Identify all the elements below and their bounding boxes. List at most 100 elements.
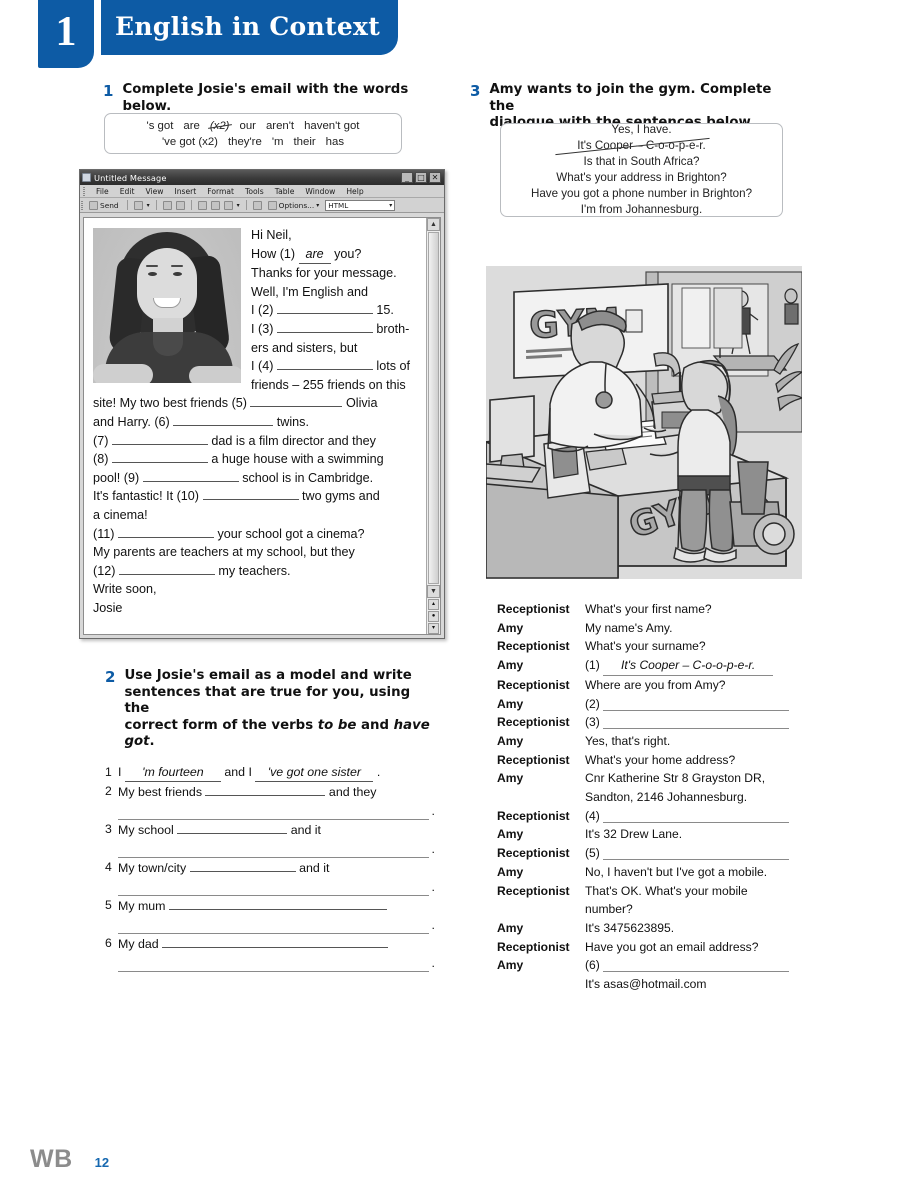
maximize-button[interactable]: □ xyxy=(415,172,427,183)
unit-title: English in Context xyxy=(115,12,381,41)
gap-number: (1) xyxy=(585,658,600,673)
sentence-option: I'm from Johannesburg. xyxy=(580,203,703,216)
menu-item-file[interactable]: File xyxy=(96,187,109,196)
dialogue-text-line-1: Cnr Katherine Str 8 Grayston DR, xyxy=(585,771,766,786)
dialogue-line: Receptionist (3) xyxy=(497,713,803,732)
exercise-1-word-bank: 's got are (x2) our aren't haven't got 've go… xyxy=(104,113,402,154)
page-number: 12 xyxy=(94,1155,110,1170)
dialogue-text-line-2: number? xyxy=(585,902,633,917)
email-vertical-scrollbar[interactable]: ▲ ▼ ▴ ● ▾ xyxy=(426,218,440,634)
item-blank-2[interactable] xyxy=(118,843,429,858)
email-gap-12: (12) my teachers. xyxy=(93,562,417,581)
menu-grip-handle[interactable] xyxy=(83,186,85,196)
dialogue-line: Receptionist What's your surname? xyxy=(497,637,803,656)
gap-7-blank[interactable] xyxy=(111,432,208,445)
toolbar-grip-handle[interactable] xyxy=(81,200,83,210)
list-item: 2 My best friends and they . xyxy=(105,783,435,820)
item-prefix: I xyxy=(118,764,122,779)
send-button[interactable]: Send xyxy=(87,199,121,211)
how-suffix: you? xyxy=(334,246,362,261)
priority-low-icon[interactable] xyxy=(223,200,233,210)
browse-next-icon[interactable]: ▾ xyxy=(428,623,439,634)
gap-6-blank[interactable] xyxy=(173,413,274,426)
dialogue-text: (5) xyxy=(585,844,803,863)
gap-number: (2) xyxy=(585,696,600,711)
exercise-1-instruction: Complete Josie's email with the words be… xyxy=(122,82,409,114)
scroll-down-arrow-icon[interactable]: ▼ xyxy=(427,585,440,598)
gap-5-prefix: site! My two best friends (5) xyxy=(93,396,247,411)
item-blank-1[interactable] xyxy=(168,897,387,910)
check-names-icon[interactable] xyxy=(175,200,185,210)
menu-item-window[interactable]: Window xyxy=(305,187,335,196)
browse-previous-icon[interactable]: ▴ xyxy=(428,599,439,610)
item-blank-2[interactable] xyxy=(118,919,429,934)
menu-item-view[interactable]: View xyxy=(145,187,163,196)
gap-blank-2[interactable] xyxy=(603,697,790,711)
dialogue-line: Receptionist What's your home address? xyxy=(497,751,803,770)
highlight-icon[interactable] xyxy=(197,200,207,210)
gap-blank-5[interactable] xyxy=(603,846,790,861)
dialogue-text: (3) xyxy=(585,713,803,732)
gap-blank-3[interactable] xyxy=(603,715,790,730)
gap-blank-4[interactable] xyxy=(603,809,790,823)
word-theyre: they're xyxy=(227,135,262,148)
menu-item-tools[interactable]: Tools xyxy=(245,187,264,196)
gap-3-blank[interactable] xyxy=(276,320,373,333)
menu-item-insert[interactable]: Insert xyxy=(174,187,196,196)
gap-8-blank[interactable] xyxy=(111,450,208,464)
address-book-icon[interactable] xyxy=(162,200,172,210)
options-button[interactable]: Options... ▾ xyxy=(266,199,322,211)
gap-2-prefix: I (2) xyxy=(251,303,274,318)
item-blank-2[interactable] xyxy=(118,957,429,972)
dialogue-line: Amy No, I haven't but I've got a mobile. xyxy=(497,863,803,882)
gap-9-blank[interactable] xyxy=(142,469,239,482)
exercise-3-dialogue: Receptionist What's your first name? Amy… xyxy=(497,600,803,994)
select-browse-object-icon[interactable]: ● xyxy=(428,611,439,622)
flag-icon[interactable] xyxy=(252,200,262,210)
priority-high-icon[interactable] xyxy=(210,200,220,210)
gap-11-prefix: (11) xyxy=(93,526,115,541)
scroll-up-arrow-icon[interactable]: ▲ xyxy=(427,218,440,231)
gap-2-blank[interactable] xyxy=(276,301,373,315)
gap-7-prefix: (7) xyxy=(93,433,109,448)
message-format-select[interactable]: HTML ▾ xyxy=(325,199,396,211)
options-chevron-down-icon[interactable]: ▾ xyxy=(316,202,319,209)
scrollbar-thumb[interactable] xyxy=(428,232,439,584)
gap-blank-6[interactable] xyxy=(603,958,790,973)
gap-6-suffix: twins. xyxy=(276,414,309,429)
close-button[interactable]: ✕ xyxy=(429,172,441,183)
item-blank-1[interactable] xyxy=(205,783,326,796)
menu-item-table[interactable]: Table xyxy=(275,187,295,196)
item-blank-2[interactable] xyxy=(118,881,429,896)
dialogue-text: (1) It's Cooper – C-o-o-p-e-r. xyxy=(585,656,803,676)
item-blank-1[interactable] xyxy=(177,821,288,834)
item-blank-2[interactable] xyxy=(118,805,429,820)
speaker-label: Receptionist xyxy=(497,715,570,730)
menu-item-edit[interactable]: Edit xyxy=(120,187,135,196)
gap-12-blank[interactable] xyxy=(118,562,215,575)
gap-5-blank[interactable] xyxy=(250,394,343,408)
gap-4-blank[interactable] xyxy=(276,357,373,371)
gap-8-prefix: (8) xyxy=(93,452,109,467)
gap-11-blank[interactable] xyxy=(117,525,214,538)
email-signature: Josie xyxy=(93,600,123,615)
exercise-3-number: 3 xyxy=(470,82,481,100)
speaker-label: Receptionist xyxy=(497,808,570,823)
exercise-1-number: 1 xyxy=(103,82,114,100)
gap-10-blank[interactable] xyxy=(202,487,299,501)
attach-icon[interactable] xyxy=(133,200,143,210)
speaker-label: Amy xyxy=(497,827,524,842)
menu-item-help[interactable]: Help xyxy=(346,187,363,196)
item-blank-1[interactable] xyxy=(189,859,296,872)
email-gap-6: and Harry. (6) twins. xyxy=(93,413,417,432)
minimize-button[interactable]: _ xyxy=(401,172,413,183)
menu-item-format[interactable]: Format xyxy=(207,187,234,196)
toolbar-chevron-down-icon[interactable]: ▾ xyxy=(237,202,240,209)
sentence-option: Yes, I have. xyxy=(611,123,672,136)
speaker-label: Amy xyxy=(497,864,524,879)
item-blank-1[interactable] xyxy=(162,935,389,948)
item-number: 2 xyxy=(105,783,112,798)
email-title-bar: Untitled Message _ □ ✕ xyxy=(80,170,444,185)
attach-chevron-down-icon[interactable]: ▾ xyxy=(147,202,150,209)
dialogue-text-line-2: It's asas@hotmail.com xyxy=(585,977,707,992)
